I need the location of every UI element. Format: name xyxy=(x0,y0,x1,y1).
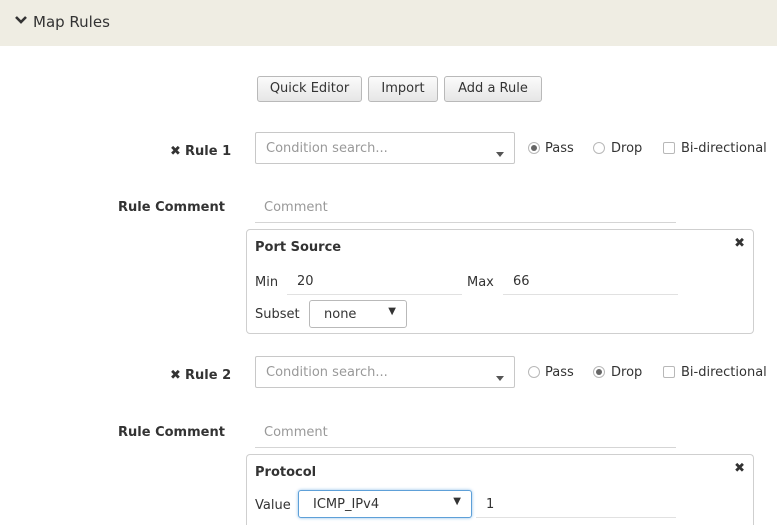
bidirectional-label: Bi-directional xyxy=(681,365,767,380)
drop-label: Drop xyxy=(611,141,643,156)
bidirectional-checkbox[interactable] xyxy=(663,366,675,378)
close-icon[interactable]: ✖ xyxy=(734,236,745,251)
rule-2-remove[interactable]: ✖ Rule 2 xyxy=(170,368,231,383)
rule-1-remove[interactable]: ✖ Rule 1 xyxy=(170,144,231,159)
caret-down-icon: ▼ xyxy=(388,306,396,317)
close-icon[interactable]: ✖ xyxy=(170,368,181,383)
rule-comment-input[interactable]: Comment xyxy=(255,421,676,448)
condition-search-input[interactable]: Condition search... xyxy=(255,356,515,388)
filter-title: Port Source xyxy=(255,240,342,255)
comment-placeholder: Comment xyxy=(264,425,328,440)
section-title: Map Rules xyxy=(33,13,110,31)
condition-placeholder: Condition search... xyxy=(266,141,388,156)
subset-select[interactable]: none ▼ xyxy=(309,300,407,328)
drop-label: Drop xyxy=(611,365,643,380)
drop-radio[interactable] xyxy=(593,142,605,154)
condition-search-input[interactable]: Condition search... xyxy=(255,132,515,164)
rule-comment-label: Rule Comment xyxy=(118,425,225,440)
chevron-down-icon[interactable] xyxy=(14,14,28,30)
subset-label: Subset xyxy=(255,307,300,322)
value-label: Value xyxy=(255,498,291,513)
pass-label: Pass xyxy=(545,365,574,380)
comment-placeholder: Comment xyxy=(264,200,328,215)
caret-down-icon: ▼ xyxy=(453,496,461,507)
min-label: Min xyxy=(255,275,279,290)
pass-radio[interactable] xyxy=(528,366,540,378)
rule-comment-input[interactable]: Comment xyxy=(255,196,676,223)
add-rule-button[interactable]: Add a Rule xyxy=(444,76,542,102)
condition-placeholder: Condition search... xyxy=(266,365,388,380)
import-button[interactable]: Import xyxy=(368,76,438,102)
max-value: 66 xyxy=(513,274,530,289)
subset-value: none xyxy=(324,307,357,322)
close-icon[interactable]: ✖ xyxy=(734,461,745,476)
max-label: Max xyxy=(467,275,494,290)
min-value: 20 xyxy=(297,274,314,289)
protocol-select[interactable]: ICMP_IPv4 ▼ xyxy=(298,490,472,518)
map-rules-header[interactable]: Map Rules xyxy=(0,0,777,46)
protocol-number-input[interactable]: 1 xyxy=(476,493,676,518)
caret-down-icon[interactable] xyxy=(496,146,504,161)
rule-label: Rule 1 xyxy=(185,144,232,159)
pass-radio[interactable] xyxy=(528,142,540,154)
bidirectional-checkbox[interactable] xyxy=(663,142,675,154)
close-icon[interactable]: ✖ xyxy=(170,144,181,159)
max-input[interactable]: 66 xyxy=(503,270,678,295)
quick-editor-button[interactable]: Quick Editor xyxy=(257,76,362,102)
min-input[interactable]: 20 xyxy=(287,270,462,295)
rule-comment-label: Rule Comment xyxy=(118,200,225,215)
filter-title: Protocol xyxy=(255,465,317,480)
drop-radio[interactable] xyxy=(593,366,605,378)
pass-label: Pass xyxy=(545,141,574,156)
caret-down-icon[interactable] xyxy=(496,370,504,385)
protocol-value: ICMP_IPv4 xyxy=(313,497,380,512)
protocol-number: 1 xyxy=(486,497,495,512)
rule-label: Rule 2 xyxy=(185,368,232,383)
bidirectional-label: Bi-directional xyxy=(681,141,767,156)
